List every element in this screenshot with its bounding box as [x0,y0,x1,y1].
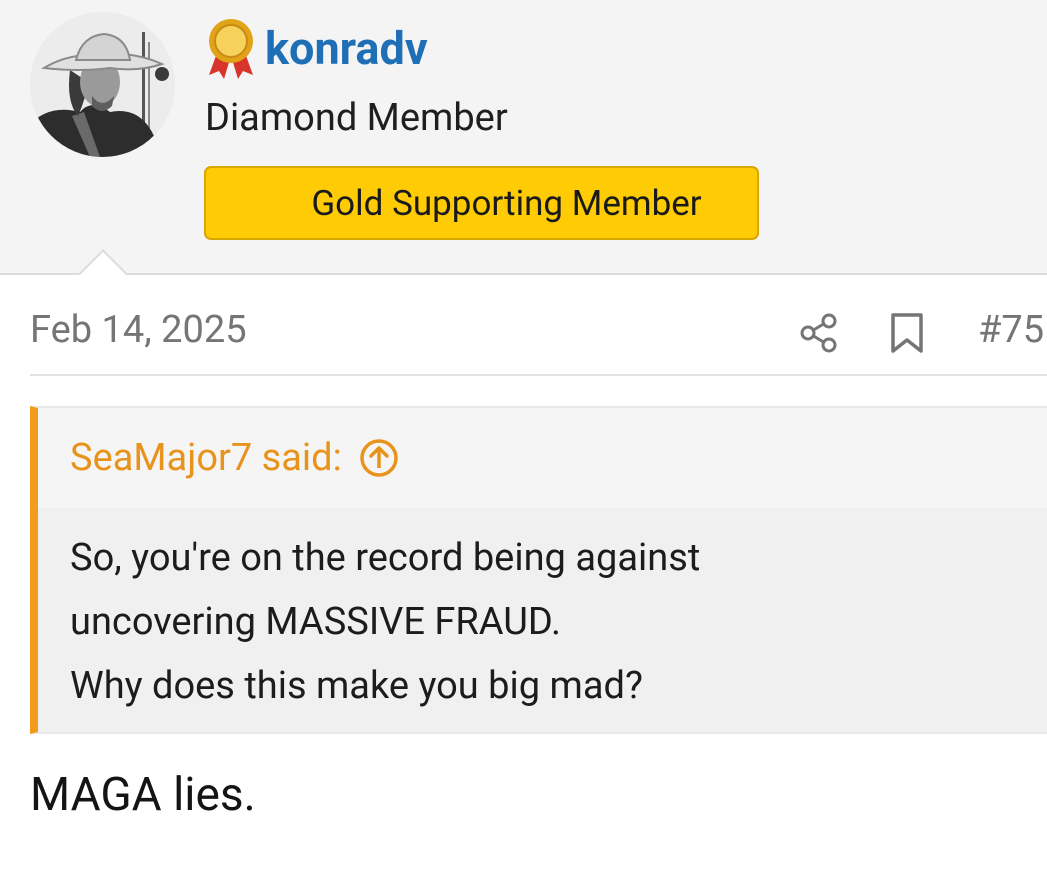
avatar-photo [30,12,175,157]
quote-line: uncovering MASSIVE FRAUD. [70,600,561,644]
quote-line: So, you're on the record being against [70,536,701,580]
quote-block: SeaMajor7 said: So, you're on the record… [30,406,1047,734]
meta-divider [30,374,1047,376]
quote-author: SeaMajor7 said: [70,436,342,480]
post-message: MAGA lies. [30,768,256,822]
arrow-up-circle-icon[interactable] [358,437,400,479]
username-row: konradv [205,18,428,79]
post-number[interactable]: #75 [978,308,1044,352]
quote-body: So, you're on the record being against u… [38,508,1047,732]
bookmark-icon[interactable] [889,312,925,354]
header-pointer [77,249,127,275]
quote-attribution[interactable]: SeaMajor7 said: [70,436,400,480]
username-link[interactable]: konradv [265,26,428,71]
gold-medal-icon [209,19,253,79]
avatar[interactable] [30,12,175,157]
post-date[interactable]: Feb 14, 2025 [30,308,247,352]
quote-line: Why does this make you big mad? [70,664,643,708]
user-banner: Gold Supporting Member [204,166,759,240]
share-icon[interactable] [798,312,840,354]
user-title: Diamond Member [205,96,508,140]
